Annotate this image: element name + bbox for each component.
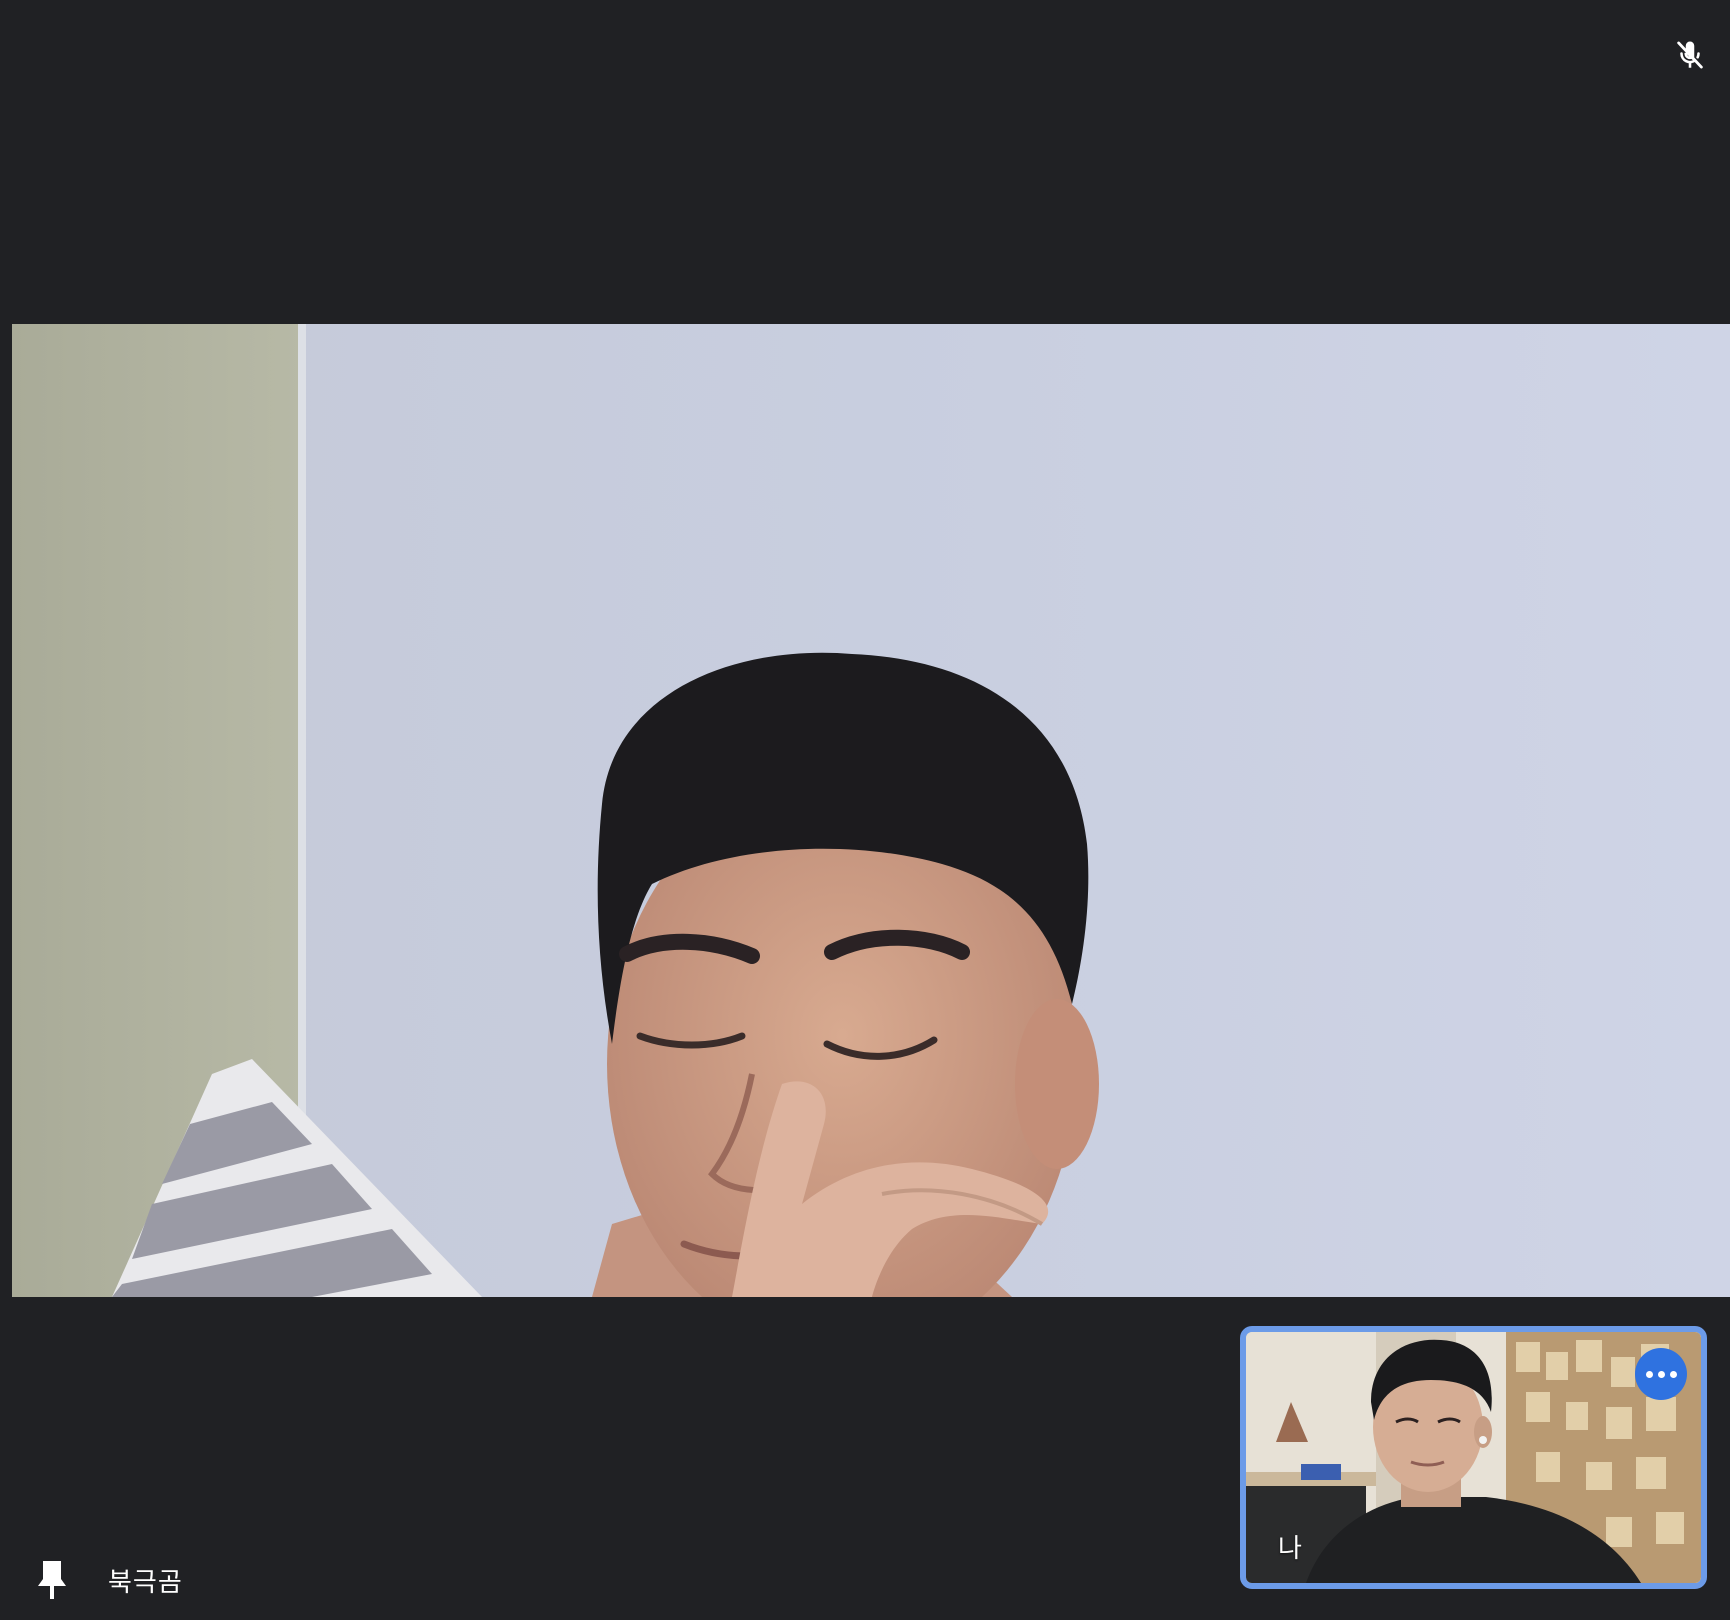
- self-view-label: 나: [1278, 1533, 1302, 1563]
- main-video-feed[interactable]: [12, 324, 1730, 1297]
- mic-off-icon: [1665, 30, 1715, 80]
- self-view-tile[interactable]: 나: [1240, 1326, 1707, 1589]
- participant-name: 북극곰: [108, 1567, 183, 1597]
- more-horiz-icon: [1645, 1370, 1653, 1378]
- meeting-stage: 나 북극곰: [0, 0, 1730, 1620]
- pin-icon[interactable]: [30, 1556, 74, 1604]
- more-options-button[interactable]: [1635, 1348, 1687, 1400]
